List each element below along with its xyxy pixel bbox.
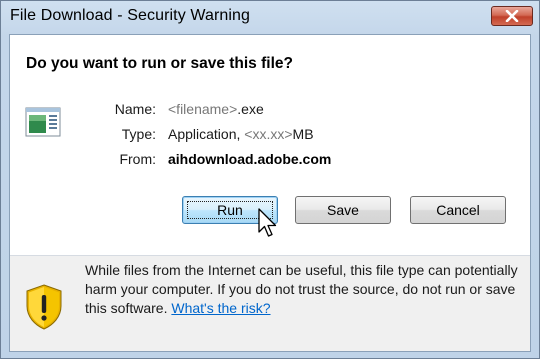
size-placeholder: <xx.xx>	[244, 126, 293, 142]
filename-placeholder: <filename>	[168, 101, 238, 117]
mouse-pointer-icon	[258, 208, 277, 237]
size-unit: MB	[292, 126, 314, 142]
close-button[interactable]	[491, 6, 533, 26]
source-domain: aihdownload.adobe.com	[168, 151, 332, 167]
dialog-question: Do you want to run or save this file?	[26, 55, 293, 72]
warning-message: While files from the Internet can be use…	[85, 261, 523, 318]
title-bar[interactable]: File Download - Security Warning	[1, 1, 539, 35]
name-label: Name:	[114, 101, 156, 117]
security-warning-dialog: File Download - Security Warning Do you …	[0, 0, 540, 359]
warning-text: While files from the Internet can be use…	[85, 262, 518, 316]
from-label: From:	[119, 151, 156, 167]
name-row: Name:	[10, 101, 156, 119]
cancel-button-label: Cancel	[436, 202, 480, 218]
type-row: Type:	[10, 126, 156, 144]
filename-extension: .exe	[237, 101, 264, 117]
save-button-label: Save	[327, 202, 359, 218]
type-text: Application,	[168, 126, 241, 142]
type-label: Type:	[121, 126, 156, 142]
from-row: From:	[10, 151, 156, 169]
security-shield-icon	[26, 284, 62, 330]
close-icon	[505, 10, 519, 22]
cancel-button[interactable]: Cancel	[410, 196, 506, 224]
dialog-content: Do you want to run or save this file? Na…	[9, 34, 531, 352]
save-button[interactable]: Save	[295, 196, 391, 224]
whats-the-risk-link[interactable]: What's the risk?	[171, 300, 270, 316]
window-title: File Download - Security Warning	[10, 7, 251, 24]
